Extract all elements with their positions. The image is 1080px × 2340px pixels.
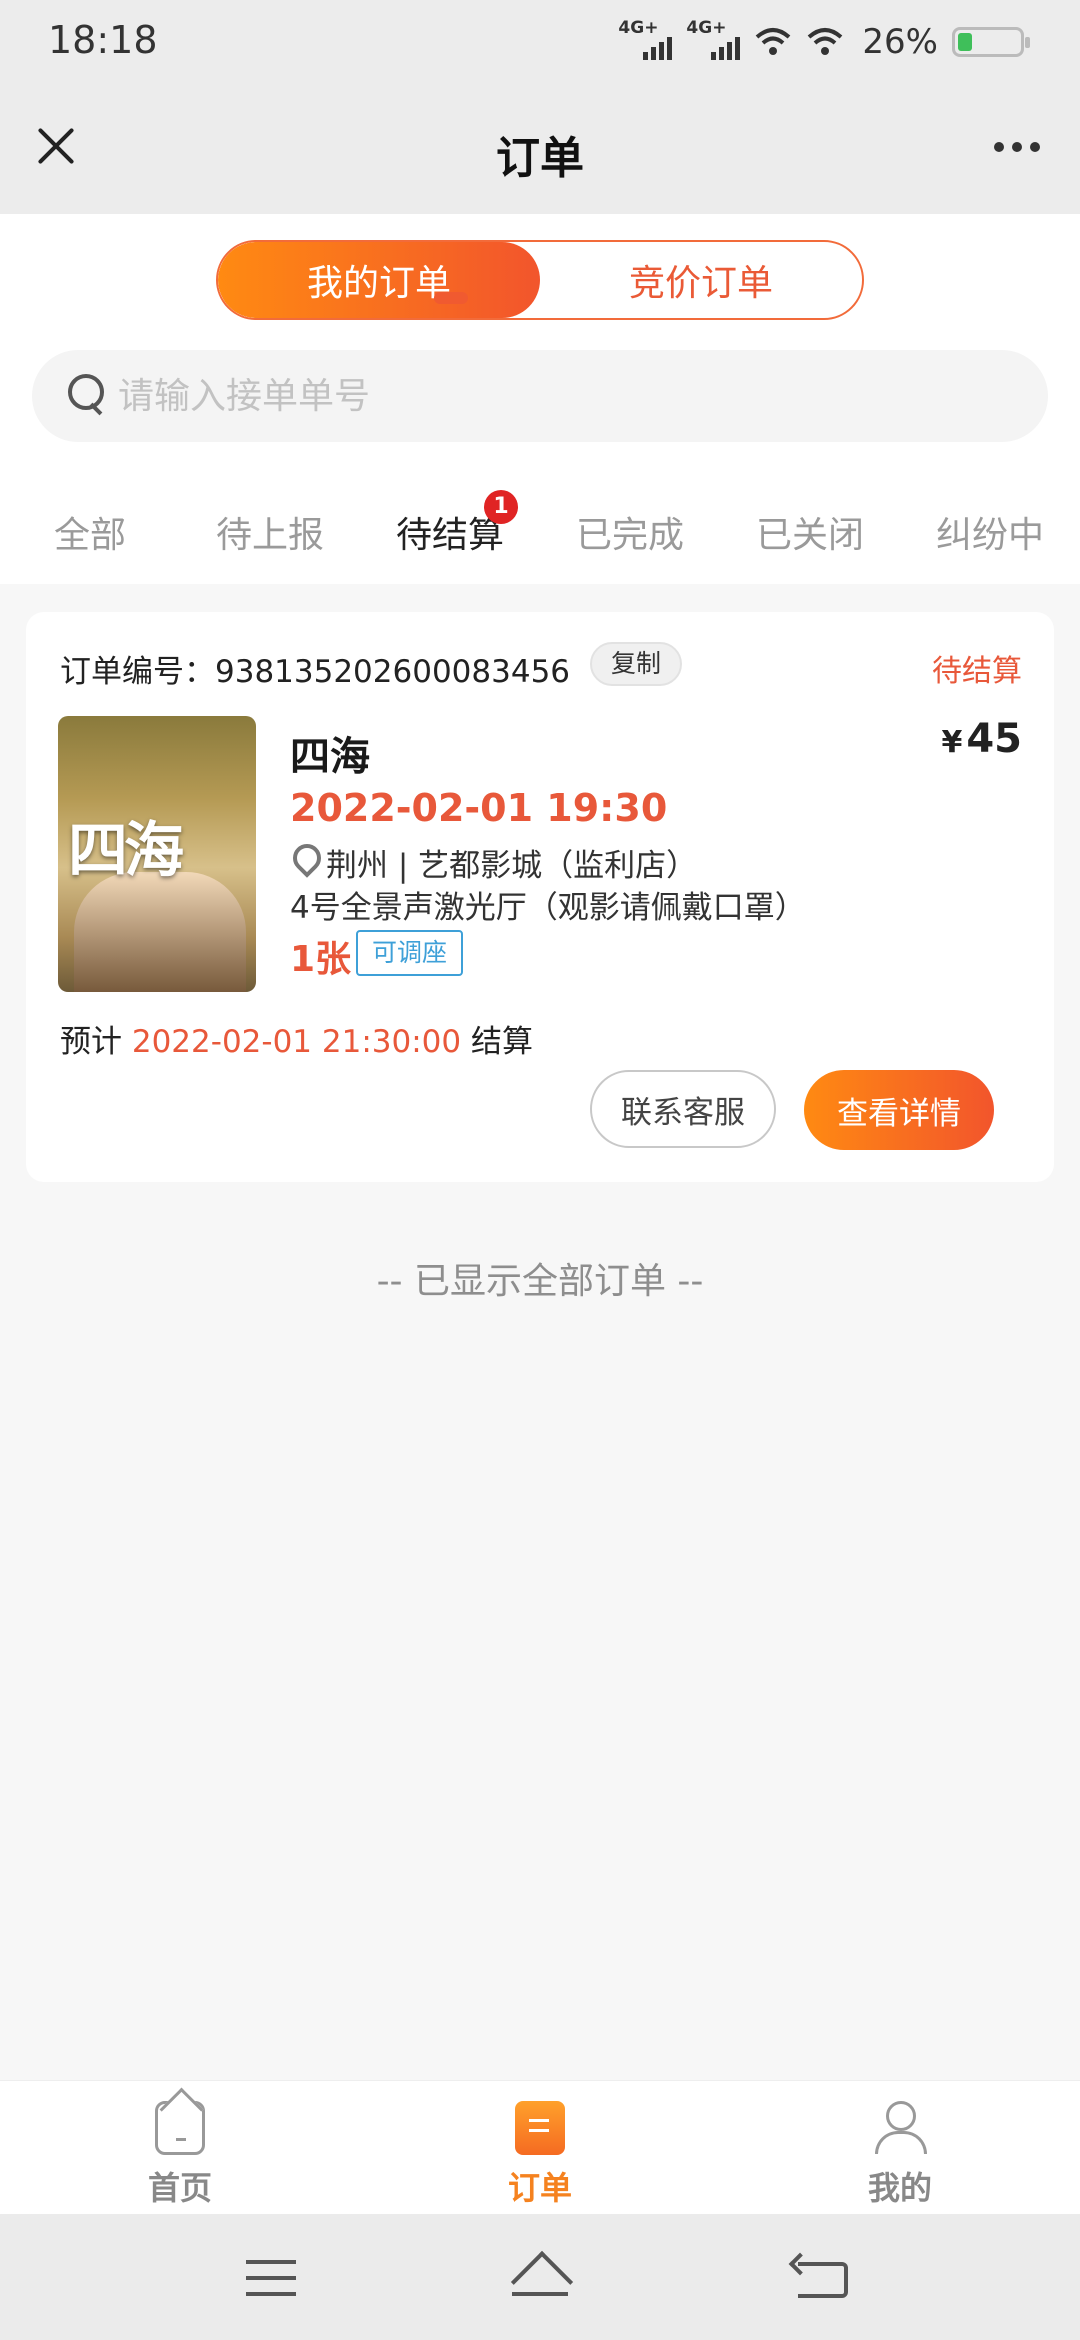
battery-icon (952, 27, 1030, 57)
wifi-icon (808, 28, 843, 55)
wifi-icon (756, 28, 791, 55)
bottom-nav-label: 我的 (867, 2169, 932, 2207)
active-tab-indicator (434, 292, 468, 304)
order-number-value: 938135202600083456 (215, 654, 571, 690)
seat-adjustable-tag: 可调座 (356, 930, 464, 976)
bottom-nav-orders[interactable]: 订单 (360, 2081, 720, 2215)
tab-all[interactable]: 全部 (0, 506, 180, 558)
status-tabs: 全部 待上报 待结算 1 已完成 已关闭 纠纷中 (0, 490, 1080, 586)
currency-symbol: ¥ (941, 725, 963, 760)
orders-icon (515, 2101, 565, 2155)
poster-title: 四海 (68, 816, 184, 886)
search-input[interactable] (118, 350, 1018, 442)
tab-pending-settlement[interactable]: 待结算 1 (360, 490, 540, 558)
signal-icon: 4G+ (618, 18, 673, 62)
badge-count: 1 (484, 490, 518, 524)
order-number-label: 订单编号： (60, 654, 215, 690)
bottom-nav-home[interactable]: 首页 (0, 2081, 360, 2215)
end-of-list-note: -- 已显示全部订单 -- (376, 1261, 704, 1302)
price-value: 45 (966, 716, 1022, 762)
copy-button[interactable]: 复制 (590, 642, 682, 686)
tab-label: 待结算 (395, 515, 504, 556)
movie-title: 四海 (290, 734, 370, 780)
battery-percent: 26% (862, 22, 938, 62)
more-icon[interactable] (994, 142, 1040, 152)
network-type-label: 4G+ (686, 18, 727, 38)
tab-closed[interactable]: 已关闭 (720, 506, 900, 558)
home-icon (155, 2101, 205, 2155)
network-type-label: 4G+ (618, 18, 659, 38)
page-title: 订单 (496, 133, 584, 184)
settlement-info: 预计 2022-02-01 21:30:00 结算 (60, 1016, 533, 1061)
ticket-count: 1张 (290, 939, 352, 980)
back-icon[interactable] (798, 2262, 848, 2298)
show-time: 2022-02-01 19:30 (290, 786, 668, 830)
order-number: 订单编号：938135202600083456 (60, 646, 570, 691)
home-button-icon[interactable] (508, 2254, 572, 2300)
movie-poster: 四海 (58, 716, 256, 992)
status-time: 18:18 (48, 18, 158, 62)
price: ¥45 (941, 716, 1022, 762)
bottom-nav-label: 订单 (507, 2169, 572, 2207)
cinema-hall: 4号全景声激光厅（观影请佩戴口罩） (290, 890, 806, 926)
order-status: 待结算 (932, 654, 1022, 689)
signal-icon: 4G+ (686, 18, 741, 62)
settlement-prefix: 预计 (60, 1024, 122, 1060)
search-bar (32, 350, 1048, 442)
order-type-toggle: 我的订单 竞价订单 (216, 240, 864, 320)
bidding-orders-tab[interactable]: 竞价订单 (540, 242, 862, 318)
my-orders-tab[interactable]: 我的订单 (218, 242, 540, 318)
bottom-nav-me[interactable]: 我的 (720, 2081, 1080, 2215)
order-header: 我的订单 竞价订单 全部 待上报 待结算 1 已完成 已关闭 纠纷中 (0, 214, 1080, 584)
system-nav-bar (0, 2214, 1080, 2340)
cinema-location: 荆州 | 艺都影城（监利店） (326, 848, 698, 884)
tab-completed[interactable]: 已完成 (540, 506, 720, 558)
search-icon (68, 374, 108, 418)
bottom-nav: 首页 订单 我的 (0, 2080, 1080, 2214)
user-icon (875, 2101, 927, 2155)
view-details-button[interactable]: 查看详情 (804, 1070, 994, 1150)
contact-support-button[interactable]: 联系客服 (590, 1070, 776, 1148)
settlement-time: 2022-02-01 21:30:00 (131, 1024, 462, 1060)
menu-icon[interactable] (246, 2260, 296, 2296)
tab-dispute[interactable]: 纠纷中 (900, 506, 1080, 558)
order-card[interactable]: 订单编号：938135202600083456 复制 待结算 四海 四海 ¥45… (26, 612, 1054, 1182)
location-icon (292, 844, 318, 878)
nav-bar: 订单 (0, 84, 1080, 214)
bottom-nav-label: 首页 (147, 2169, 212, 2207)
settlement-suffix: 结算 (470, 1024, 533, 1060)
tab-pending-report[interactable]: 待上报 (180, 506, 360, 558)
status-icons: 4G+ 4G+ 26% (618, 18, 1030, 62)
status-bar: 18:18 4G+ 4G+ 26% (0, 0, 1080, 84)
